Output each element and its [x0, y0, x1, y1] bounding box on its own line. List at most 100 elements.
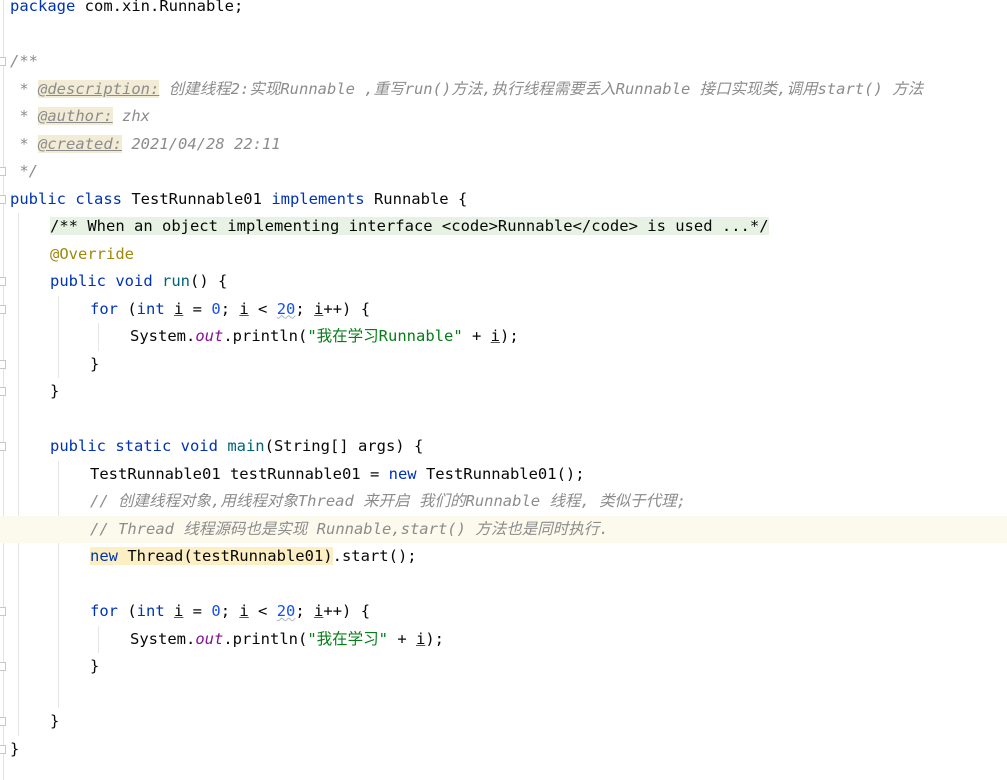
code-line[interactable]: for (int i = 0; i < 20; i++) { [0, 598, 1007, 626]
line-content: } [10, 736, 19, 764]
line-content: * @created: 2021/04/28 22:11 [10, 131, 281, 159]
line-content: /** When an object implementing interfac… [50, 213, 769, 241]
code-token-p: ( [127, 602, 137, 620]
code-token-p: .println( [223, 327, 308, 345]
code-token-p: () { [189, 272, 228, 290]
code-token-kw: package [10, 0, 76, 15]
code-token-p: System. [130, 327, 196, 345]
line-content: } [90, 351, 99, 379]
code-token-fn: run [161, 272, 190, 290]
code-token-var: i [314, 602, 324, 620]
code-token-p: System. [130, 629, 196, 648]
code-token-kw: implements [271, 189, 374, 208]
code-token-fld: out [195, 327, 224, 345]
code-line[interactable]: * @description: 创建线程2:实现Runnable ,重写run(… [0, 76, 1007, 104]
line-content: TestRunnable01 testRunnable01 = new Test… [90, 461, 585, 489]
code-token-cmt: // 创建线程对象,用线程对象Thread 来开启 我们的Runnable 线程… [90, 492, 686, 510]
code-line[interactable]: for (int i = 0; i < 20; i++) { [0, 296, 1007, 324]
code-line[interactable]: */ [0, 158, 1007, 186]
code-line[interactable] [0, 406, 1007, 434]
line-content: System.out.println("我在学习Runnable" + i); [130, 323, 519, 351]
code-token-kw: new [388, 464, 426, 483]
code-line[interactable]: public static void main(String[] args) { [0, 433, 1007, 461]
code-token-num: 0 [211, 299, 221, 318]
code-token-p: } [50, 712, 60, 730]
line-content: for (int i = 0; i < 20; i++) { [90, 296, 370, 324]
code-token-p: ( [127, 299, 137, 318]
code-token-fn: main [227, 437, 265, 455]
line-content: package com.xin.Runnable; [10, 0, 243, 21]
code-token-p: } [50, 382, 60, 400]
code-token-var: i [174, 299, 184, 318]
code-token-p: ; [295, 299, 315, 318]
code-token-numsq: 20 [276, 602, 296, 620]
code-token-numsq: 20 [276, 299, 296, 318]
code-line[interactable]: @Override [0, 241, 1007, 269]
code-token-fld: out [195, 629, 224, 648]
line-content: } [50, 378, 59, 406]
code-token-p: (String[] args) { [264, 437, 424, 455]
code-line[interactable]: * @created: 2021/04/28 22:11 [0, 131, 1007, 159]
code-token-p: } [90, 354, 100, 373]
code-line[interactable]: new Thread(testRunnable01).start(); [0, 543, 1007, 571]
code-token-p: TestRunnable01(); [425, 464, 585, 483]
code-token-tag: @author: [38, 107, 113, 125]
code-token-ann: @Override [50, 244, 134, 263]
code-token-var: i [174, 602, 184, 620]
code-line[interactable]: // 创建线程对象,用线程对象Thread 来开启 我们的Runnable 线程… [0, 488, 1007, 516]
code-token-doc: 创建线程2:实现Runnable ,重写run()方法,执行线程需要丢入Runn… [159, 79, 924, 98]
code-line[interactable]: /** [0, 48, 1007, 76]
code-token-p: } [90, 657, 100, 675]
line-content: // 创建线程对象,用线程对象Thread 来开启 我们的Runnable 线程… [90, 488, 686, 516]
code-line[interactable]: } [0, 708, 1007, 736]
code-line[interactable]: } [0, 351, 1007, 379]
code-token-hlkw: new [90, 547, 128, 565]
code-line[interactable]: TestRunnable01 testRunnable01 = new Test… [0, 461, 1007, 489]
code-token-p: ); [425, 629, 445, 648]
code-token-p: ; [295, 602, 315, 620]
code-line[interactable]: package com.xin.Runnable; [0, 0, 1007, 21]
code-token-num: 0 [211, 602, 221, 620]
code-token-p: + [462, 327, 491, 345]
code-token-kw: public void [50, 272, 162, 290]
code-token-hl: Thread(testRunnable01) [127, 547, 333, 565]
code-line[interactable]: public void run() { [0, 268, 1007, 296]
code-line[interactable]: } [0, 378, 1007, 406]
line-content: System.out.println("我在学习" + i); [130, 626, 444, 654]
code-token-tag: @description: [38, 79, 160, 98]
line-content: } [50, 708, 59, 736]
code-line[interactable]: /** When an object implementing interfac… [0, 213, 1007, 241]
code-token-kw: int [136, 299, 174, 318]
code-editor[interactable]: package com.xin.Runnable; /** * @descript… [0, 0, 1007, 780]
line-content: */ [10, 158, 38, 186]
code-token-var: i [416, 629, 426, 648]
code-line[interactable]: System.out.println("我在学习" + i); [0, 626, 1007, 654]
code-token-tag: @created: [38, 134, 122, 153]
code-line[interactable]: } [0, 653, 1007, 681]
code-token-kw: public class [10, 189, 132, 208]
code-line[interactable]: public class TestRunnable01 implements R… [0, 186, 1007, 214]
code-token-p: ); [500, 327, 519, 345]
line-content: for (int i = 0; i < 20; i++) { [90, 598, 370, 626]
code-token-p: com.xin.Runnable; [75, 0, 244, 15]
code-token-doc: 2021/04/28 22:11 [122, 134, 281, 153]
code-line[interactable]: // Thread 线程源码也是实现 Runnable,start() 方法也是… [0, 515, 1007, 543]
code-token-p: = [183, 299, 212, 318]
code-token-doc: */ [10, 162, 38, 180]
line-content: public static void main(String[] args) { [50, 433, 423, 461]
code-token-fold-doc: /** When an object implementing interfac… [50, 217, 769, 235]
code-token-var: i [239, 602, 249, 620]
code-line[interactable] [0, 21, 1007, 49]
code-token-p: ++) { [323, 602, 371, 620]
code-line[interactable]: } [0, 736, 1007, 764]
code-token-cmt: // Thread 线程源码也是实现 Runnable,start() 方法也是… [90, 519, 609, 538]
code-line[interactable]: System.out.println("我在学习Runnable" + i); [0, 323, 1007, 351]
code-line[interactable] [0, 571, 1007, 599]
code-token-var: i [314, 299, 324, 318]
code-token-p: + [388, 629, 416, 648]
code-line[interactable] [0, 681, 1007, 709]
code-token-doc: * [10, 79, 38, 98]
code-token-p: Runnable { [373, 189, 468, 208]
code-line[interactable]: * @author: zhx [0, 103, 1007, 131]
code-token-p: ; [220, 299, 240, 318]
